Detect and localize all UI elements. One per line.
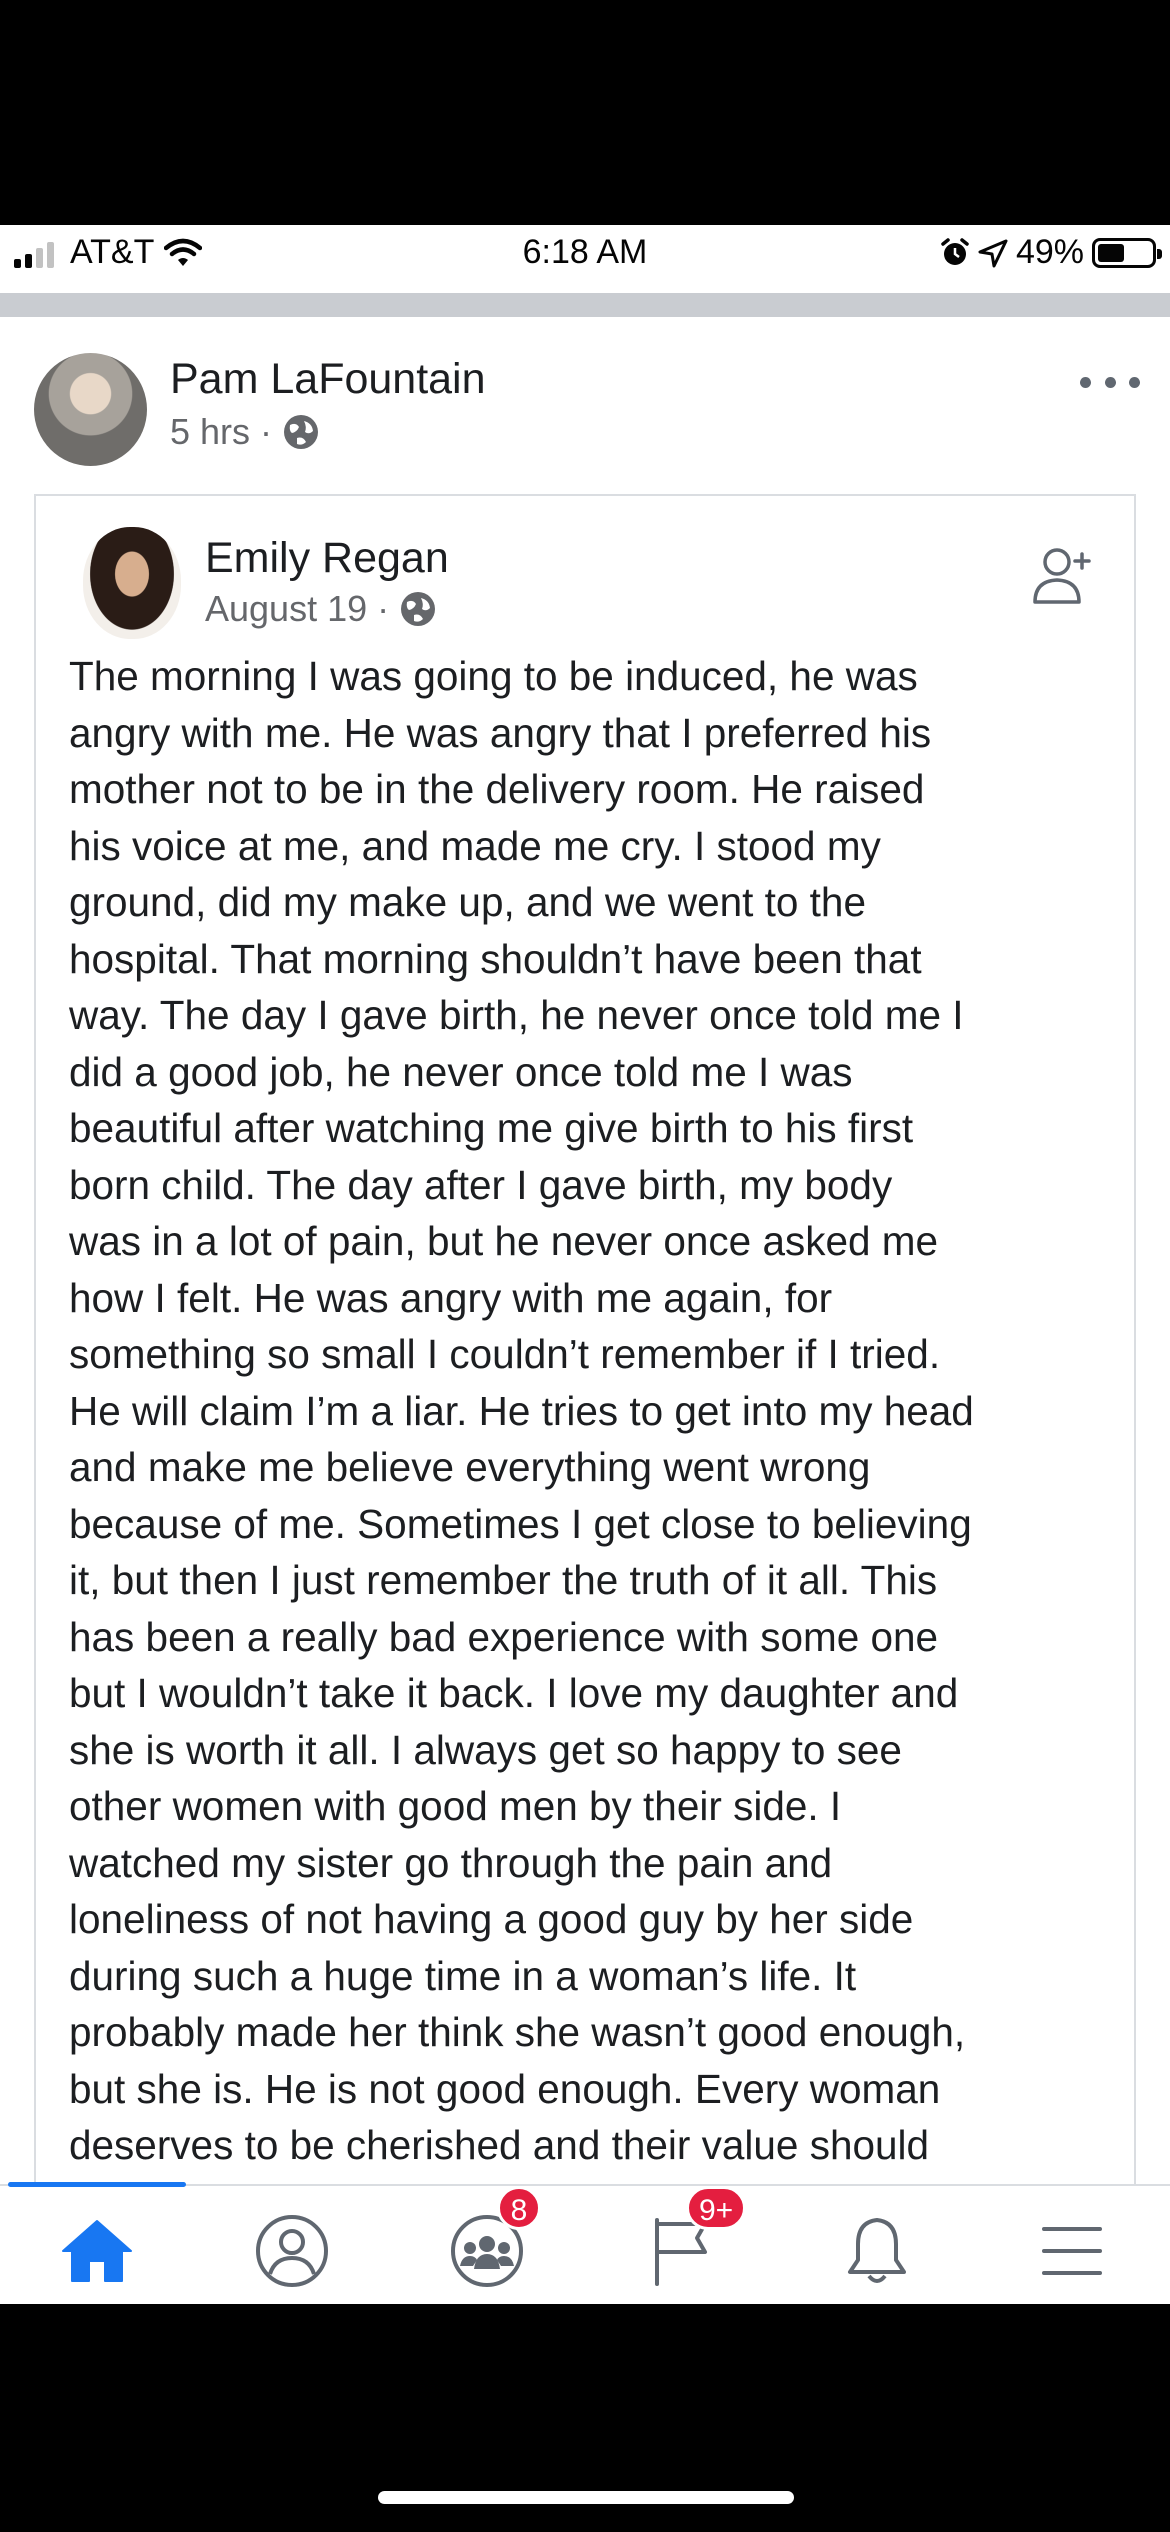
tab-home[interactable] <box>47 2206 147 2296</box>
more-dots-icon <box>1080 376 1091 388</box>
body-text-line: but I wouldn’t take it back. I love my d… <box>69 1670 959 1716</box>
notifications-bell-icon <box>848 2218 906 2283</box>
feed-post: Pam LaFountain 5 hrs · Emily Regan Augus… <box>0 317 1170 2184</box>
post-author-name[interactable]: Pam LaFountain <box>170 355 486 404</box>
body-text-line: has been a really bad experience with so… <box>69 1613 939 1660</box>
home-indicator[interactable] <box>378 2491 794 2504</box>
meta-separator: · <box>260 411 273 452</box>
body-text-line: but she is. He is not good enough. Every… <box>69 2065 941 2112</box>
post-timestamp[interactable]: 5 hrs <box>170 411 250 453</box>
profile-icon <box>256 2215 328 2287</box>
globe-icon <box>284 415 319 449</box>
tab-pages[interactable]: 9+ <box>632 2186 747 2296</box>
status-bar: AT&T 6:18 AM 49% <box>0 225 1170 283</box>
body-text-line: He will claim I’m a liar. He tries to ge… <box>69 1387 974 1434</box>
body-text-line: loneliness of not having a good guy by h… <box>69 1896 914 1942</box>
menu-icon <box>1042 2227 1102 2275</box>
shared-post-meta: August 19 · <box>205 588 437 630</box>
more-options-button[interactable] <box>1080 367 1140 397</box>
body-text-line: his voice at me, and made me cry. I stoo… <box>69 822 881 869</box>
body-text-line: mother not to be in the delivery room. H… <box>69 766 925 812</box>
body-text-line: during such a huge time in a woman’s lif… <box>69 1952 857 1999</box>
globe-icon <box>401 592 436 626</box>
shared-post-author-name[interactable]: Emily Regan <box>205 534 449 583</box>
body-text-line: did a good job, he never once told me I … <box>69 1048 853 1095</box>
body-text-line: how I felt. He was angry with me again, … <box>69 1274 833 1321</box>
bottom-tab-bar: 8 9+ <box>0 2182 1170 2304</box>
body-text-line: deserves to be cherished and their value… <box>69 2122 930 2168</box>
body-text-line: was in a lot of pain, but he never once … <box>69 1218 939 1264</box>
body-text-line: something so small I couldn’t remember i… <box>69 1331 941 1377</box>
groups-badge: 8 <box>497 2186 541 2230</box>
body-text-line: ground, did my make up, and we went to t… <box>69 879 866 925</box>
feed-top-spacer <box>0 283 1170 293</box>
meta-separator: · <box>377 588 390 629</box>
tab-groups[interactable]: 8 <box>437 2186 541 2296</box>
shared-post-body: The morning I was going to be induced, h… <box>69 648 1129 2174</box>
pages-badge: 9+ <box>686 2186 747 2230</box>
shared-post-date[interactable]: August 19 <box>205 588 367 630</box>
body-text-line: hospital. That morning shouldn’t have be… <box>69 935 922 982</box>
feed-divider <box>0 293 1170 317</box>
add-friend-icon[interactable] <box>1032 544 1092 606</box>
avatar[interactable] <box>34 353 147 466</box>
body-text-line: beautiful after watching me give birth t… <box>69 1105 914 1151</box>
body-text-line: angry with me. He was angry that I prefe… <box>69 709 932 756</box>
body-text-line: watched my sister go through the pain an… <box>69 1839 833 1886</box>
tab-notifications[interactable] <box>827 2206 927 2296</box>
battery-icon <box>1092 237 1162 268</box>
body-text-line: The morning I was going to be induced, h… <box>69 653 918 699</box>
body-text-line: born child. The day after I gave birth, … <box>69 1161 893 1208</box>
shared-author-avatar[interactable] <box>83 527 181 639</box>
shared-post-card[interactable]: Emily Regan August 19 · The morning I wa… <box>34 494 1136 2184</box>
body-text-line: because of me. Sometimes I get close to … <box>69 1500 972 1547</box>
body-text-line: probably made her think she wasn’t good … <box>69 2009 966 2055</box>
alarm-icon <box>941 237 969 265</box>
active-tab-indicator <box>8 2182 186 2187</box>
body-text-line: and make me believe everything went wron… <box>69 1444 871 1490</box>
post-meta: 5 hrs · <box>170 411 320 453</box>
battery-percent: 49% <box>1015 233 1084 271</box>
body-text-line: she is worth it all. I always get so hap… <box>69 1726 902 1773</box>
tab-menu[interactable] <box>1022 2206 1122 2296</box>
home-icon <box>62 2220 132 2282</box>
body-text-line: it, but then I just remember the truth o… <box>69 1557 938 1603</box>
location-arrow-icon <box>978 239 1008 267</box>
body-text-line: way. The day I gave birth, he never once… <box>69 992 964 1038</box>
body-text-line: other women with good men by their side.… <box>69 1783 842 1829</box>
tab-profile[interactable] <box>242 2206 342 2296</box>
